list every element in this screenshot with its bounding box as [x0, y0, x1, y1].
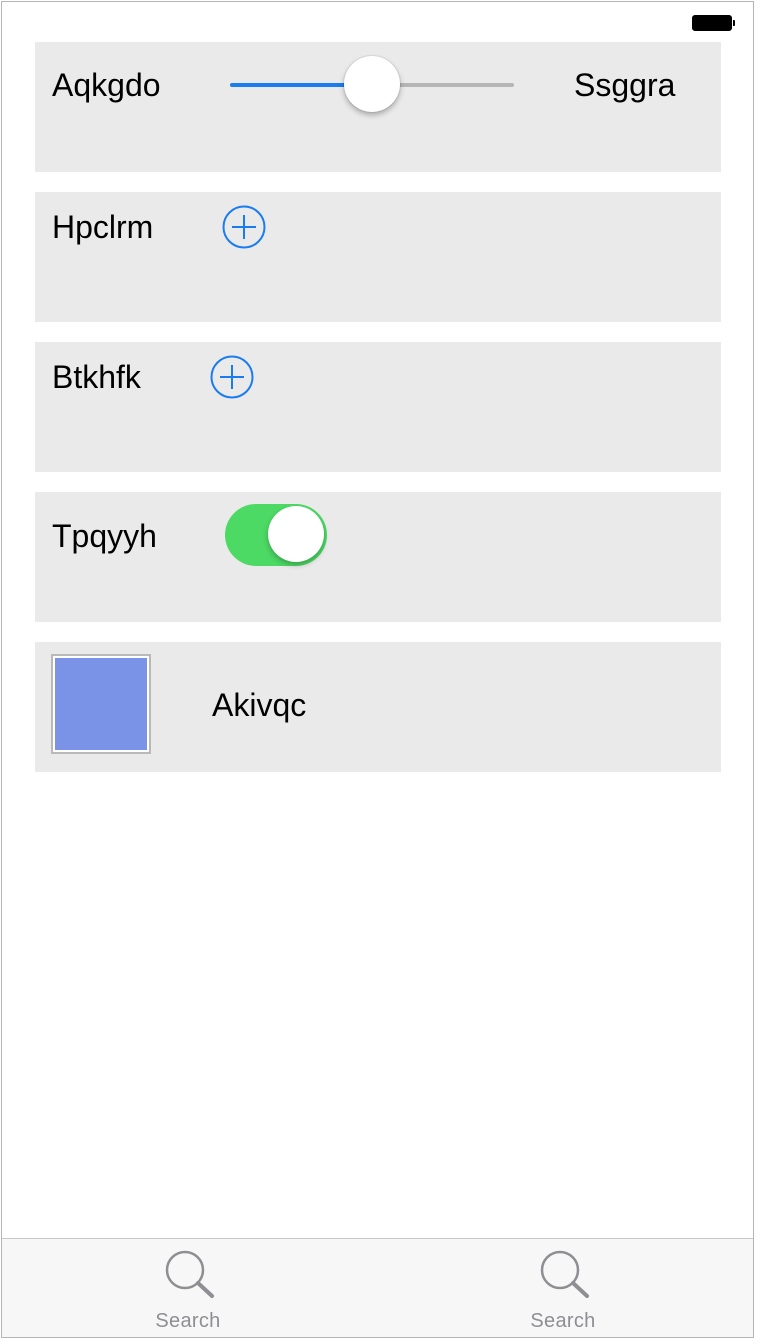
tab-label: Search: [530, 1310, 596, 1332]
toggle-knob: [268, 506, 324, 562]
tab-bar: Search Search: [2, 1238, 753, 1337]
search-icon: [165, 1250, 214, 1298]
toggle-switch[interactable]: [225, 504, 327, 566]
app-screen: Aqkgdo Ssggra Hpclrm Btkhfk Tpqyyh Akivq…: [1, 1, 754, 1338]
switch-row: Tpqyyh: [35, 492, 721, 622]
add-circle-icon[interactable]: [222, 205, 266, 249]
tab-search-1[interactable]: Search: [88, 1239, 288, 1337]
add-row-btkhfk: Btkhfk: [35, 342, 721, 472]
add-row-hpclrm: Hpclrm: [35, 192, 721, 322]
add-circle-icon[interactable]: [210, 355, 254, 399]
color-swatch-fill: [55, 658, 147, 750]
color-swatch[interactable]: [51, 654, 151, 754]
slider-trailing-label: Ssggra: [574, 67, 676, 103]
tab-search-2[interactable]: Search: [463, 1239, 663, 1337]
add-row-label: Btkhfk: [52, 359, 141, 395]
battery-icon: [692, 15, 736, 31]
color-row: Akivqc: [35, 642, 721, 772]
color-row-label: Akivqc: [212, 687, 307, 723]
slider-row: Aqkgdo Ssggra: [35, 42, 721, 172]
add-row-label: Hpclrm: [52, 209, 154, 245]
tab-label: Search: [155, 1310, 221, 1332]
slider-thumb[interactable]: [344, 56, 400, 112]
search-icon: [540, 1250, 589, 1298]
switch-row-label: Tpqyyh: [52, 518, 157, 554]
